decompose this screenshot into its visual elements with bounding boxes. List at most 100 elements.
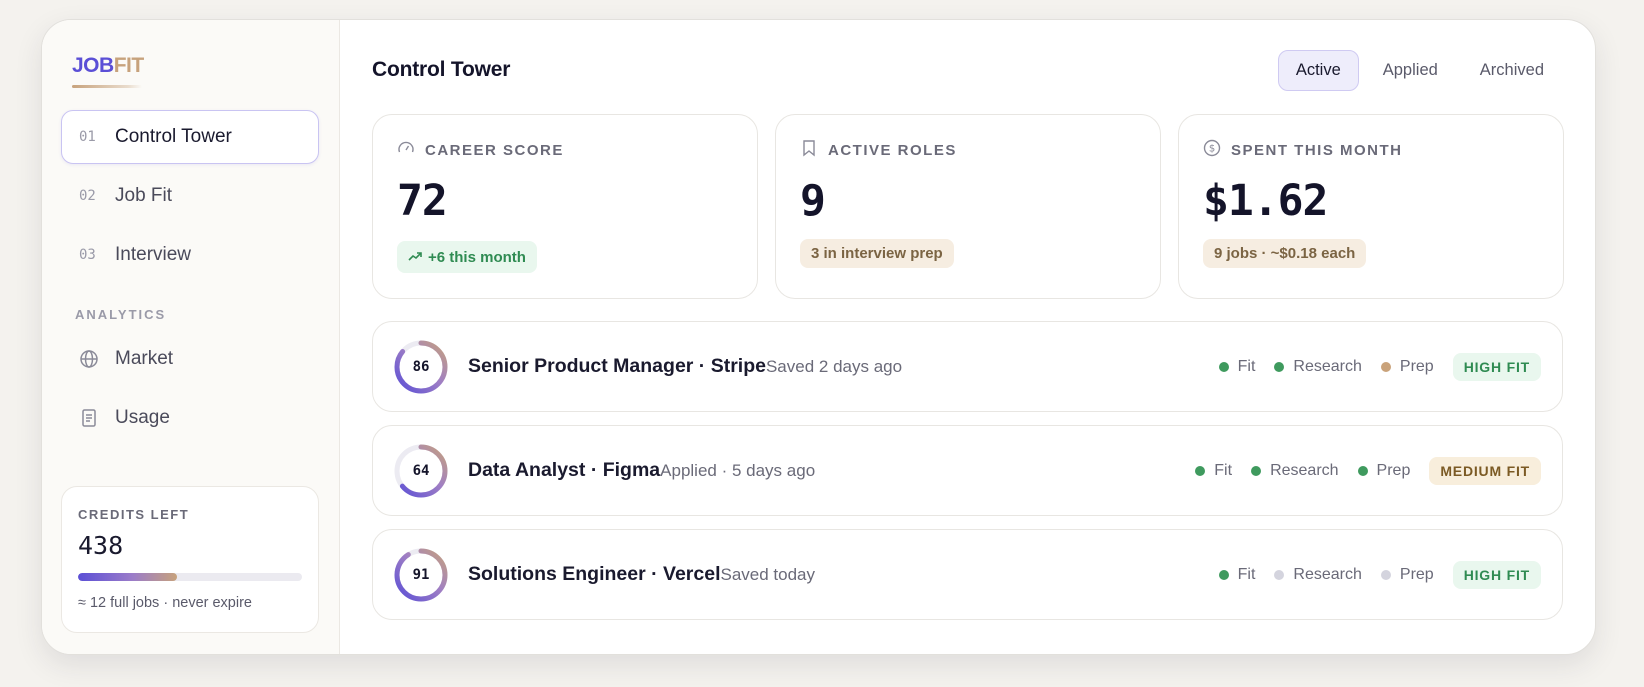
sidebar-item-job-fit[interactable]: 02 Job Fit [61,169,319,223]
stat-label: ACTIVE ROLES [828,142,957,159]
analytics-nav: Market Usage [61,332,319,450]
credits-progress-bar [78,573,302,581]
status-dot [1218,361,1229,372]
step-prep: Prep [1357,461,1411,480]
stat-pill: 3 in interview prep [800,239,954,268]
primary-nav: 01 Control Tower 02 Job Fit 03 Interview [61,110,319,287]
sidebar-item-usage[interactable]: Usage [61,391,319,445]
stat-card-spent-this-month: $ SPENT THIS MONTH $1.62 9 jobs · ~$0.18… [1178,114,1564,299]
logo[interactable]: JOBFIT [72,54,144,78]
step-label: Prep [1376,461,1411,479]
job-row[interactable]: 91 Solutions Engineer · Vercel Saved toda… [372,529,1563,620]
app-window: JOBFIT 01 Control Tower 02 Job Fit 03 In… [41,19,1596,655]
nav-label: Market [115,348,174,369]
credits-progress-fill [78,573,177,581]
step-label: Research [1293,565,1362,583]
stat-value: $1.62 [1203,176,1328,226]
job-meta: Saved today [720,564,815,584]
job-title: Data Analyst · Figma [468,459,661,481]
dollar-icon: $ [1203,139,1221,162]
job-meta: Saved 2 days ago [765,356,903,376]
step-fit: Fit [1218,357,1256,376]
step-label: Research [1293,357,1362,375]
bookmark-icon [800,139,818,162]
job-title: Senior Product Manager · Stripe [468,355,766,377]
stat-card-active-roles: ACTIVE ROLES 9 3 in interview prep [775,114,1161,299]
trend-up-icon [408,249,422,266]
document-icon [79,408,115,428]
job-row[interactable]: 86 Senior Product Manager · Stripe Saved … [372,321,1563,412]
nav-number: 03 [79,247,96,263]
fit-score-value: 91 [412,566,430,583]
sidebar-item-interview[interactable]: 03 Interview [61,228,319,282]
job-progress: Fit Research Prep MEDIUM FIT [1195,456,1541,485]
stat-trend-pill: +6 this month [397,241,537,273]
step-prep: Prep [1380,357,1434,376]
sidebar: JOBFIT 01 Control Tower 02 Job Fit 03 In… [42,20,340,654]
step-fit: Fit [1218,565,1256,584]
sidebar-item-control-tower[interactable]: 01 Control Tower [61,110,319,164]
stat-pill: 9 jobs · ~$0.18 each [1203,239,1367,268]
stat-card-career-score: CAREER SCORE 72 +6 this month [372,114,758,299]
globe-icon [79,349,115,369]
step-label: Fit [1214,461,1233,479]
logo-underline [72,85,142,88]
status-dot [1357,465,1368,476]
status-dot [1218,569,1229,580]
status-dot [1274,569,1285,580]
stat-value: 72 [397,176,448,226]
nav-label: Usage [115,407,170,428]
step-label: Prep [1399,565,1434,583]
step-research: Research [1251,462,1339,480]
nav-label: Interview [115,244,192,265]
stat-pill-text: +6 this month [428,248,526,266]
fit-badge: HIGH FIT [1452,560,1541,589]
section-label-analytics: ANALYTICS [75,307,167,322]
fit-badge: MEDIUM FIT [1429,456,1541,485]
logo-part-2: FIT [113,54,145,77]
svg-text:$: $ [1209,144,1215,155]
step-research: Research [1274,565,1362,584]
fit-score-ring: 91 [393,547,449,603]
credits-note: ≈ 12 full jobs · never expire [78,595,252,611]
fit-badge: HIGH FIT [1452,352,1541,381]
step-research: Research [1274,357,1362,376]
nav-number: 02 [79,188,96,204]
credits-value: 438 [78,531,124,560]
step-label: Prep [1399,357,1434,375]
credits-label: CREDITS LEFT [78,507,190,522]
status-dot [1251,465,1262,476]
job-list: 86 Senior Product Manager · Stripe Saved … [372,321,1563,633]
step-prep: Prep [1380,565,1434,584]
nav-label: Job Fit [115,185,173,206]
status-dot [1380,569,1391,580]
stat-pill-text: 3 in interview prep [811,245,943,262]
fit-score-ring: 86 [393,339,449,395]
fit-score-value: 86 [412,358,430,375]
status-dot [1380,361,1391,372]
tab-archived[interactable]: Archived [1462,50,1562,91]
stat-pill-text: 9 jobs · ~$0.18 each [1214,245,1356,262]
stat-label: CAREER SCORE [425,142,564,159]
step-label: Fit [1237,357,1256,375]
status-dot [1274,361,1285,372]
step-label: Fit [1237,565,1256,583]
nav-label: Control Tower [115,126,232,147]
job-row[interactable]: 64 Data Analyst · Figma Applied · 5 days … [372,425,1563,516]
fit-score-value: 64 [412,462,430,479]
job-progress: Fit Research Prep HIGH FIT [1218,352,1541,381]
credits-card: CREDITS LEFT 438 ≈ 12 full jobs · never … [61,486,319,633]
gauge-icon [397,139,415,162]
job-progress: Fit Research Prep HIGH FIT [1218,560,1541,589]
job-meta: Applied · 5 days ago [660,460,816,480]
step-fit: Fit [1195,462,1232,480]
main-content: Control Tower Active Applied Archived CA… [340,20,1595,654]
sidebar-item-market[interactable]: Market [61,332,319,386]
stats-row: CAREER SCORE 72 +6 this month ACTIVE ROL… [372,114,1564,299]
stat-value: 9 [800,176,826,226]
tab-active[interactable]: Active [1277,50,1359,91]
tab-applied[interactable]: Applied [1365,50,1456,91]
fit-score-ring: 64 [393,443,449,499]
job-title: Solutions Engineer · Vercel [468,563,721,585]
nav-number: 01 [79,129,96,145]
